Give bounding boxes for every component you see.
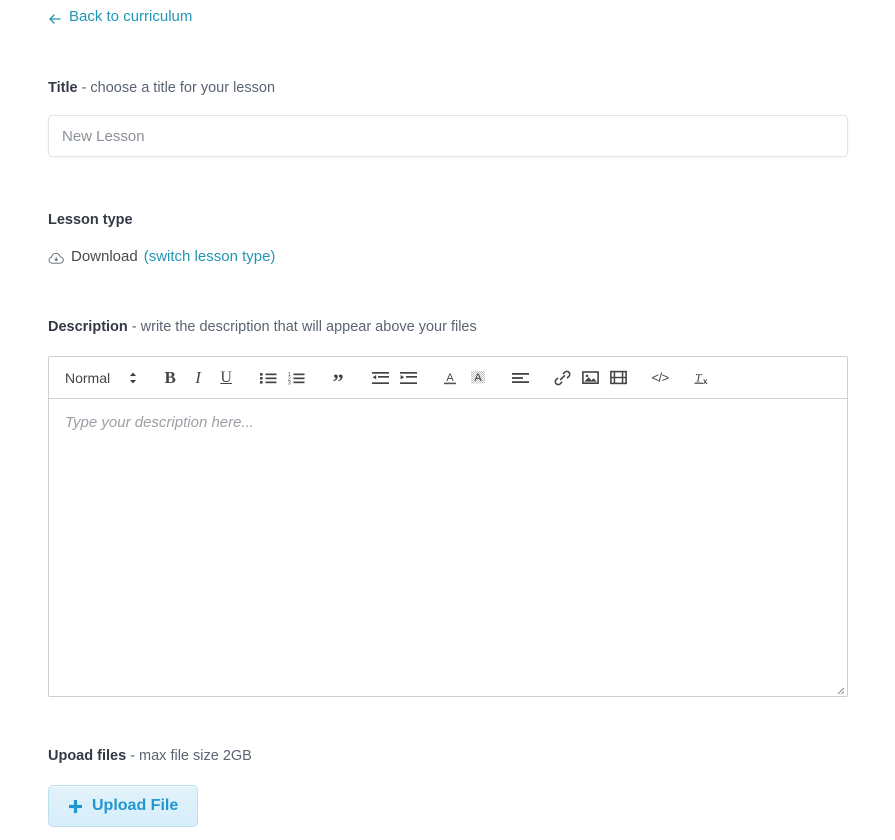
background-color-button[interactable]: A bbox=[464, 365, 492, 391]
rich-text-editor: Normal B I U 1 2 3 ” A A </> T x Type yo… bbox=[48, 356, 848, 697]
outdent-icon bbox=[371, 371, 389, 385]
link-icon bbox=[554, 370, 571, 386]
code-block-button[interactable]: </> bbox=[646, 365, 674, 391]
format-picker-value: Normal bbox=[65, 369, 111, 386]
arrow-left-icon bbox=[48, 11, 62, 25]
lesson-type-group: Lesson type Download (switch lesson type… bbox=[48, 210, 848, 267]
numbered-list-icon: 1 2 3 bbox=[288, 371, 305, 385]
align-left-icon bbox=[511, 371, 529, 385]
list-group: 1 2 3 bbox=[254, 357, 310, 398]
clear-formatting-icon: T x bbox=[693, 370, 711, 386]
lesson-type-value: Download bbox=[71, 248, 138, 265]
italic-glyph: I bbox=[195, 368, 201, 387]
editor-placeholder: Type your description here... bbox=[65, 414, 254, 431]
italic-button[interactable]: I bbox=[184, 365, 212, 391]
bold-button[interactable]: B bbox=[156, 365, 184, 391]
svg-text:A: A bbox=[474, 372, 482, 384]
svg-text:3: 3 bbox=[288, 380, 291, 384]
title-label-strong: Title bbox=[48, 80, 78, 96]
svg-text:A: A bbox=[446, 372, 454, 384]
cloud-download-icon bbox=[48, 251, 65, 266]
title-field-group: Title - choose a title for your lesson bbox=[48, 78, 848, 157]
text-color-button[interactable]: A bbox=[436, 365, 464, 391]
text-style-group: B I U bbox=[156, 357, 240, 398]
back-to-curriculum-label: Back to curriculum bbox=[69, 8, 193, 25]
image-button[interactable] bbox=[576, 365, 604, 391]
link-button[interactable] bbox=[548, 365, 576, 391]
blockquote-icon: ” bbox=[332, 368, 344, 394]
svg-text:x: x bbox=[703, 377, 708, 386]
description-field-label: Description - write the description that… bbox=[48, 317, 848, 337]
upload-group: Upoad files - max file size 2GB Upload F… bbox=[48, 746, 848, 827]
editor-content-area[interactable]: Type your description here... bbox=[49, 399, 847, 696]
lesson-editor-page: Back to curriculum Title - choose a titl… bbox=[0, 0, 895, 840]
plus-icon bbox=[68, 799, 83, 814]
media-group bbox=[548, 357, 632, 398]
bold-glyph: B bbox=[164, 368, 176, 387]
description-label-strong: Description bbox=[48, 319, 128, 335]
upload-label-rest: - max file size 2GB bbox=[126, 748, 252, 764]
title-input[interactable] bbox=[48, 115, 848, 157]
text-color-icon: A bbox=[442, 370, 458, 386]
indent-icon bbox=[399, 371, 417, 385]
editor-resize-handle[interactable] bbox=[833, 682, 845, 695]
back-to-curriculum-link[interactable]: Back to curriculum bbox=[48, 6, 192, 28]
bullet-list-button[interactable] bbox=[254, 365, 282, 391]
upload-label-strong: Upoad files bbox=[48, 748, 127, 764]
svg-text:T: T bbox=[695, 370, 703, 384]
indent-button[interactable] bbox=[394, 365, 422, 391]
align-button[interactable] bbox=[506, 365, 534, 391]
switch-lesson-type-link[interactable]: (switch lesson type) bbox=[144, 247, 276, 267]
outdent-button[interactable] bbox=[366, 365, 394, 391]
lesson-type-label: Lesson type bbox=[48, 212, 133, 228]
description-group: Description - write the description that… bbox=[48, 317, 848, 697]
format-picker[interactable]: Normal bbox=[55, 365, 142, 391]
video-icon bbox=[609, 370, 627, 385]
underline-button[interactable]: U bbox=[212, 365, 240, 391]
background-color-icon: A bbox=[470, 370, 486, 386]
image-icon bbox=[581, 370, 599, 385]
description-label-rest: - write the description that will appear… bbox=[127, 319, 477, 335]
stepper-updown-icon bbox=[128, 371, 138, 385]
underline-glyph: U bbox=[220, 368, 232, 386]
editor-toolbar: Normal B I U 1 2 3 ” A A </> T x bbox=[49, 357, 847, 399]
video-button[interactable] bbox=[604, 365, 632, 391]
upload-field-label: Upoad files - max file size 2GB bbox=[48, 746, 848, 766]
indent-group bbox=[366, 357, 422, 398]
title-label-rest: - choose a title for your lesson bbox=[77, 80, 276, 96]
color-group: A A bbox=[436, 357, 492, 398]
clear-formatting-button[interactable]: T x bbox=[688, 365, 716, 391]
upload-file-button[interactable]: Upload File bbox=[48, 785, 199, 827]
code-icon: </> bbox=[651, 370, 669, 385]
bullet-list-icon bbox=[259, 371, 277, 385]
upload-file-button-label: Upload File bbox=[92, 797, 179, 814]
title-field-label: Title - choose a title for your lesson bbox=[48, 78, 848, 98]
blockquote-button[interactable]: ” bbox=[324, 365, 352, 394]
lesson-type-row: Download (switch lesson type) bbox=[48, 247, 848, 267]
numbered-list-button[interactable]: 1 2 3 bbox=[282, 365, 310, 391]
